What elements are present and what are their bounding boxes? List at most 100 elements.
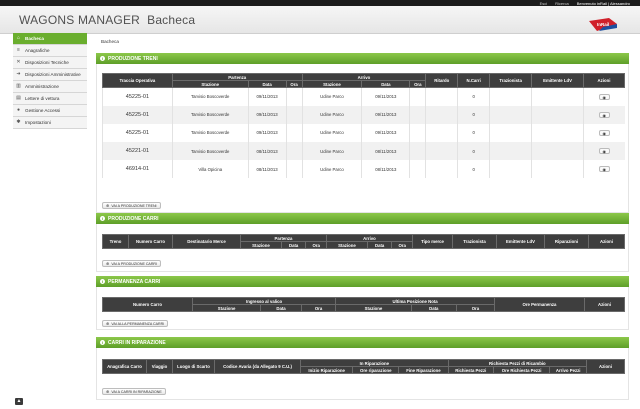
- col-arr-stazione: Stazione: [301, 80, 363, 88]
- group-richiesta: Richiesta Pezzi di Ricambio: [447, 359, 588, 367]
- cell-dep-station: Tarvisio Boscoverde: [171, 87, 249, 106]
- cell-dep-date: 08/11/2013: [247, 160, 287, 179]
- group-arrivo: Arrivo: [301, 73, 427, 81]
- list-icon: ≡: [17, 47, 20, 53]
- col-arr-ora: Ora: [391, 241, 413, 249]
- col-trazionista: Trazionista: [489, 73, 533, 88]
- col-emittente: Emittente LdV: [531, 73, 584, 88]
- produzione-carri-button[interactable]: ⊕ Vai a produzione carri: [102, 260, 162, 267]
- view-icon[interactable]: ◉: [598, 111, 610, 118]
- col-dep-data: Data: [247, 80, 287, 88]
- cell-delay: [425, 105, 458, 124]
- info-icon: i: [100, 216, 105, 221]
- col-azioni: Azioni: [586, 359, 625, 374]
- cell-arr-time: [409, 105, 426, 124]
- button-label: Vai a produzione treni: [111, 203, 157, 208]
- cell-trazionista: [489, 87, 532, 106]
- home-icon: ⌂: [16, 35, 21, 41]
- panel-produzione-carri: i Produzione Carri Treno Numero Carro Des…: [96, 213, 629, 272]
- cell-arr-time: [409, 142, 426, 161]
- view-icon[interactable]: ◉: [598, 93, 610, 100]
- col-ore-rip: Ore riparazione: [352, 366, 400, 374]
- col-dep-data: Data: [280, 241, 307, 249]
- panel-title: Produzione Treni: [108, 55, 158, 62]
- col-ore-richiesta: Ore Richiesta Pezzi: [492, 366, 551, 374]
- carri-riparazione-button[interactable]: ⊕ Vai a carri in riparazione: [102, 388, 166, 395]
- col-azioni: Azioni: [584, 297, 625, 312]
- view-icon[interactable]: ◉: [598, 148, 610, 155]
- cell-arr-station: Udine Parco: [301, 142, 362, 161]
- cell-delay: [425, 123, 458, 143]
- info-icon: i: [100, 340, 105, 345]
- cell-cars: 0: [457, 160, 490, 179]
- cell-actions: ◉: [582, 87, 625, 106]
- welcome-user[interactable]: Benvenuto inRail | Alessandro: [577, 1, 630, 6]
- cell-arr-time: [409, 87, 426, 106]
- group-arrivo: Arrivo: [325, 234, 414, 242]
- sidebar-item-disposizioni-tecniche[interactable]: ✕ Disposizioni Tecniche: [13, 57, 87, 69]
- cell-arr-date: 08/11/2013: [361, 142, 410, 161]
- cell-cars: 0: [457, 123, 490, 143]
- sidebar-item-anagrafiche[interactable]: ≡ Anagrafiche: [13, 45, 87, 57]
- wrench-icon: ✕: [16, 59, 21, 65]
- panel-carri-riparazione: i Carri in Riparazione Anagrafica Carro V…: [96, 337, 629, 400]
- cell-emittente: [531, 142, 584, 161]
- search-link[interactable]: Ricerca: [555, 1, 569, 6]
- sidebar: ⌂ Bacheca ≡ Anagrafiche ✕ Disposizioni Tecn…: [13, 33, 87, 129]
- permanenza-carri-button[interactable]: ⊕ Vai alla permanenza carri: [102, 320, 169, 327]
- table-row[interactable]: 45225-01 Tarvisio Boscoverde 09/11/2013 …: [102, 123, 625, 143]
- app-name: WAGONS MANAGER: [19, 13, 141, 27]
- col-ing-data: Data: [260, 304, 302, 312]
- col-anagrafica: Anagrafica Carro: [102, 359, 147, 374]
- cell-dep-date: 09/11/2013: [247, 105, 287, 124]
- cell-dep-station: Tarvisio Boscoverde: [171, 105, 249, 124]
- cell-dep-date: 09/11/2013: [247, 87, 287, 106]
- cell-delay: [425, 87, 458, 106]
- table-row[interactable]: 45221-01 Tarvisio Boscoverde 08/11/2013 …: [102, 142, 625, 161]
- sidebar-item-label: Gestione Accessi: [25, 108, 61, 113]
- sidebar-item-amministrazione[interactable]: ▥ Amministrazione: [13, 81, 87, 93]
- produzione-treni-button[interactable]: ⊕ Vai a produzione treni: [102, 202, 161, 209]
- col-ult-data: Data: [410, 304, 457, 312]
- sidebar-item-disposizioni-amministrative[interactable]: ➜ Disposizioni Amministrative: [13, 69, 87, 81]
- cell-arr-date: 09/11/2013: [361, 123, 410, 143]
- cell-dep-date: 08/11/2013: [247, 142, 287, 161]
- table-row[interactable]: 46914-01 Villa Opicina 08/11/2013 Udine …: [102, 160, 625, 179]
- col-ing-ora: Ora: [300, 304, 337, 312]
- table-row[interactable]: 45225-01 Tarvisio Boscoverde 09/11/2013 …: [102, 105, 625, 124]
- table-row[interactable]: 45225-01 Tarvisio Boscoverde 09/11/2013 …: [102, 87, 625, 106]
- panel-title: Produzione Carri: [108, 215, 159, 222]
- sidebar-item-label: Lettere di vettura: [25, 96, 60, 101]
- cell-emittente: [531, 105, 584, 124]
- sidebar-item-label: Disposizioni Tecniche: [25, 60, 69, 65]
- view-icon[interactable]: ◉: [598, 166, 610, 173]
- col-arr-stazione: Stazione: [325, 241, 368, 249]
- sidebar-item-impostazioni[interactable]: ✱ Impostazioni: [13, 117, 87, 129]
- logout-link[interactable]: Esci: [540, 1, 548, 6]
- sidebar-item-label: Amministrazione: [25, 84, 59, 89]
- group-ultima: Ultima Posizione Nota: [335, 297, 495, 305]
- sidebar-item-accessi[interactable]: ● Gestione Accessi: [13, 105, 87, 117]
- col-destinatario: Destinatario Merce: [172, 234, 241, 249]
- col-ult-ora: Ora: [455, 304, 496, 312]
- view-icon[interactable]: ◉: [598, 129, 610, 136]
- col-dep-stazione: Stazione: [240, 241, 282, 249]
- cell-arr-station: Udine Parco: [301, 160, 362, 179]
- chart-icon: ▥: [16, 83, 21, 89]
- cell-cars: 0: [457, 105, 490, 124]
- cell-code: 45221-01: [102, 142, 173, 161]
- col-numero: Numero Carro: [102, 297, 193, 312]
- sidebar-item-bacheca[interactable]: ⌂ Bacheca: [13, 33, 87, 45]
- panel-header: i Produzione Carri: [96, 213, 629, 224]
- col-arr-data: Data: [366, 241, 393, 249]
- col-codice: Codice Avaria (da Allegato 9 C.U.): [214, 359, 301, 374]
- col-ore: Ore Permanenza: [494, 297, 585, 312]
- sidebar-item-label: Bacheca: [25, 36, 44, 41]
- col-arrivo: Arrivo Pezzi: [549, 366, 587, 374]
- sidebar-item-label: Disposizioni Amministrative: [25, 72, 81, 77]
- cell-emittente: [531, 160, 584, 179]
- cell-arr-date: 09/11/2013: [361, 87, 410, 106]
- sidebar-item-lettere[interactable]: ▤ Lettere di vettura: [13, 93, 87, 105]
- scroll-top-button[interactable]: ▲: [15, 398, 23, 405]
- settings-icon: ✱: [16, 119, 21, 125]
